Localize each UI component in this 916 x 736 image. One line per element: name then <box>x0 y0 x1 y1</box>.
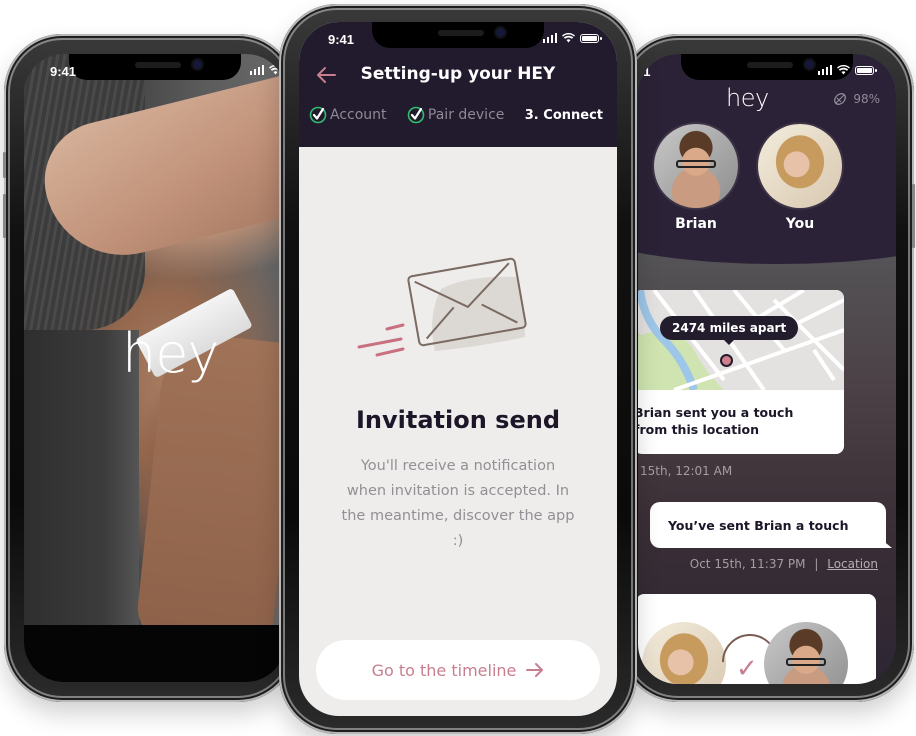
connection-card[interactable]: ✓ <box>638 594 876 684</box>
check-icon: ✓ <box>736 654 758 684</box>
map-graphic <box>638 290 844 390</box>
battery-percent: 98% <box>853 92 880 106</box>
location-touch-card[interactable]: 2474 miles apart Brian sent you a touch … <box>638 290 844 454</box>
timestamp: 15th, 12:01 AM <box>640 464 733 478</box>
avatar-brian <box>764 622 848 684</box>
arrow-right-icon <box>526 663 544 677</box>
avatar-you[interactable] <box>758 124 842 208</box>
timestamp: Oct 15th, 11:37 PM <box>689 557 806 571</box>
setup-screen: 9:41 Setting-up your HEY Account Pair de… <box>299 22 617 716</box>
glasses <box>786 658 826 666</box>
hey-logo: hey <box>726 84 769 112</box>
location-link[interactable]: Location <box>827 557 878 571</box>
step-pair-device[interactable]: Pair device <box>407 106 504 124</box>
invitation-heading: Invitation send <box>355 406 560 434</box>
phone-center: 9:41 Setting-up your HEY Account Pair de… <box>279 4 637 734</box>
bubble-text: You’ve sent Brian a touch <box>668 517 849 533</box>
sent-touch-bubble: You’ve sent Brian a touch <box>650 502 892 548</box>
glasses <box>676 160 716 168</box>
avatar-you <box>642 622 726 684</box>
envelope-sent-icon <box>357 257 527 357</box>
step-label: Account <box>330 107 387 123</box>
check-circle-icon <box>309 106 327 124</box>
invitation-body: You'll receive a notification when invit… <box>341 458 575 549</box>
notch <box>69 54 241 80</box>
battery-icon <box>580 33 602 43</box>
step-connect[interactable]: 3. Connect <box>525 106 603 124</box>
hey-logo: hey <box>122 322 219 385</box>
status-icons <box>249 65 282 75</box>
person-name: Brian <box>675 216 717 232</box>
distance-tooltip: 2474 miles apart <box>660 316 799 345</box>
wifi-icon <box>837 65 850 75</box>
status-time: 41 <box>638 64 651 79</box>
status-time: 9:41 <box>50 64 77 79</box>
map-thumbnail[interactable]: 2474 miles apart <box>638 290 844 390</box>
step-label: 3. Connect <box>524 107 603 123</box>
side-button <box>3 194 6 238</box>
splash-screen: 9:41 hey <box>24 54 286 682</box>
person-name: You <box>785 216 815 232</box>
signal-icon <box>817 65 832 75</box>
signal-icon <box>249 65 264 75</box>
map-card-text: Brian sent you a touch from this locatio… <box>638 405 794 437</box>
location-pin-icon <box>720 354 733 367</box>
side-button <box>912 184 915 248</box>
battery-icon <box>855 65 877 75</box>
side-button <box>3 152 6 178</box>
cta-label: Go to the timeline <box>371 660 517 680</box>
signal-icon <box>542 33 557 43</box>
sent-meta: Oct 15th, 11:37 PM | Location <box>690 557 878 571</box>
phone-left: 9:41 hey <box>3 34 296 702</box>
separator: | <box>814 557 819 571</box>
step-label: Pair device <box>427 107 505 123</box>
go-to-timeline-button[interactable]: Go to the timeline <box>316 640 600 700</box>
step-account[interactable]: Account <box>309 106 387 124</box>
notch <box>372 22 544 48</box>
timeline-screen: 41 hey 98% Brian You 2474 miles apart Br… <box>638 54 896 684</box>
check-circle-icon <box>407 106 425 124</box>
status-icons <box>817 65 877 75</box>
avatar-brian[interactable] <box>654 124 738 208</box>
status-icons <box>542 33 602 43</box>
setup-steps: Account Pair device 3. Connect <box>299 106 617 124</box>
device-battery: 98% <box>833 92 880 106</box>
page-title: Setting-up your HEY <box>360 64 556 84</box>
status-time: 9:41 <box>328 32 355 47</box>
leaf-battery-icon <box>834 93 847 105</box>
phone-right: 41 hey 98% Brian You 2474 miles apart Br… <box>620 34 915 702</box>
wifi-icon <box>269 65 282 75</box>
wifi-icon <box>562 33 575 43</box>
